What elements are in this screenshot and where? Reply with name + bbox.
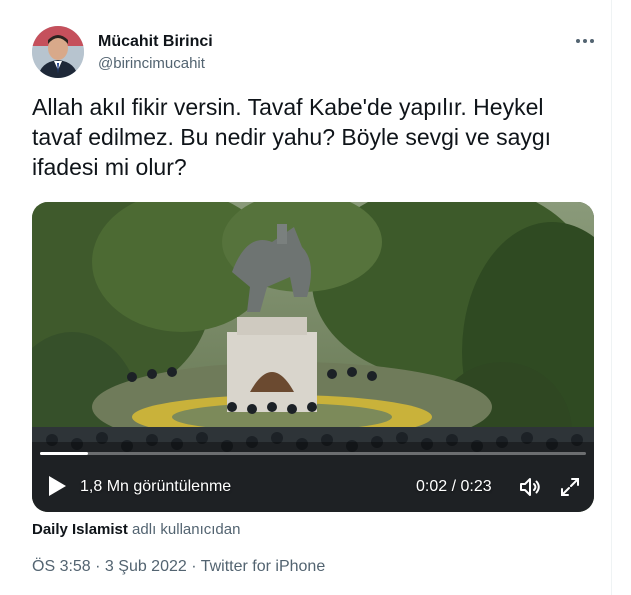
display-name[interactable]: Mücahit Birinci (98, 32, 213, 52)
tweet-client[interactable]: Twitter for iPhone (201, 558, 326, 575)
tweet-card: Mücahit Birinci @birincimucahit Allah ak… (0, 0, 612, 595)
tweet-time[interactable]: ÖS 3:58 (32, 558, 91, 575)
view-count: 1,8 Mn görüntülenme (80, 478, 232, 495)
tweet-date[interactable]: 3 Şub 2022 (105, 558, 187, 575)
tweet-text: Allah akıl fikir versin. Tavaf Kabe'de y… (32, 94, 552, 180)
volume-icon[interactable] (518, 475, 542, 499)
video-progress-bar[interactable] (40, 452, 586, 455)
video-player[interactable]: 1,8 Mn görüntülenme 0:02 / 0:23 (32, 202, 594, 512)
video-controls: 1,8 Mn görüntülenme 0:02 / 0:23 (32, 460, 594, 512)
user-handle[interactable]: @birincimucahit (98, 54, 213, 74)
meta-separator: · (186, 558, 201, 575)
attribution-source-link[interactable]: Daily Islamist (32, 521, 128, 538)
attribution-suffix: adlı kullanıcıdan (127, 521, 241, 538)
avatar[interactable] (32, 26, 84, 78)
more-options-icon[interactable] (574, 30, 596, 52)
user-names: Mücahit Birinci @birincimucahit (98, 32, 213, 74)
play-icon[interactable] (46, 474, 68, 498)
meta-separator: · (90, 558, 105, 575)
video-attribution: Daily Islamist adlı kullanıcıdan (32, 520, 240, 540)
video-time: 0:02 / 0:23 (416, 478, 492, 495)
video-progress-fill (40, 452, 88, 455)
fullscreen-icon[interactable] (558, 475, 582, 499)
tweet-header: Mücahit Birinci @birincimucahit (32, 26, 602, 82)
tweet-meta: ÖS 3:58 · 3 Şub 2022 · Twitter for iPhon… (32, 557, 325, 577)
